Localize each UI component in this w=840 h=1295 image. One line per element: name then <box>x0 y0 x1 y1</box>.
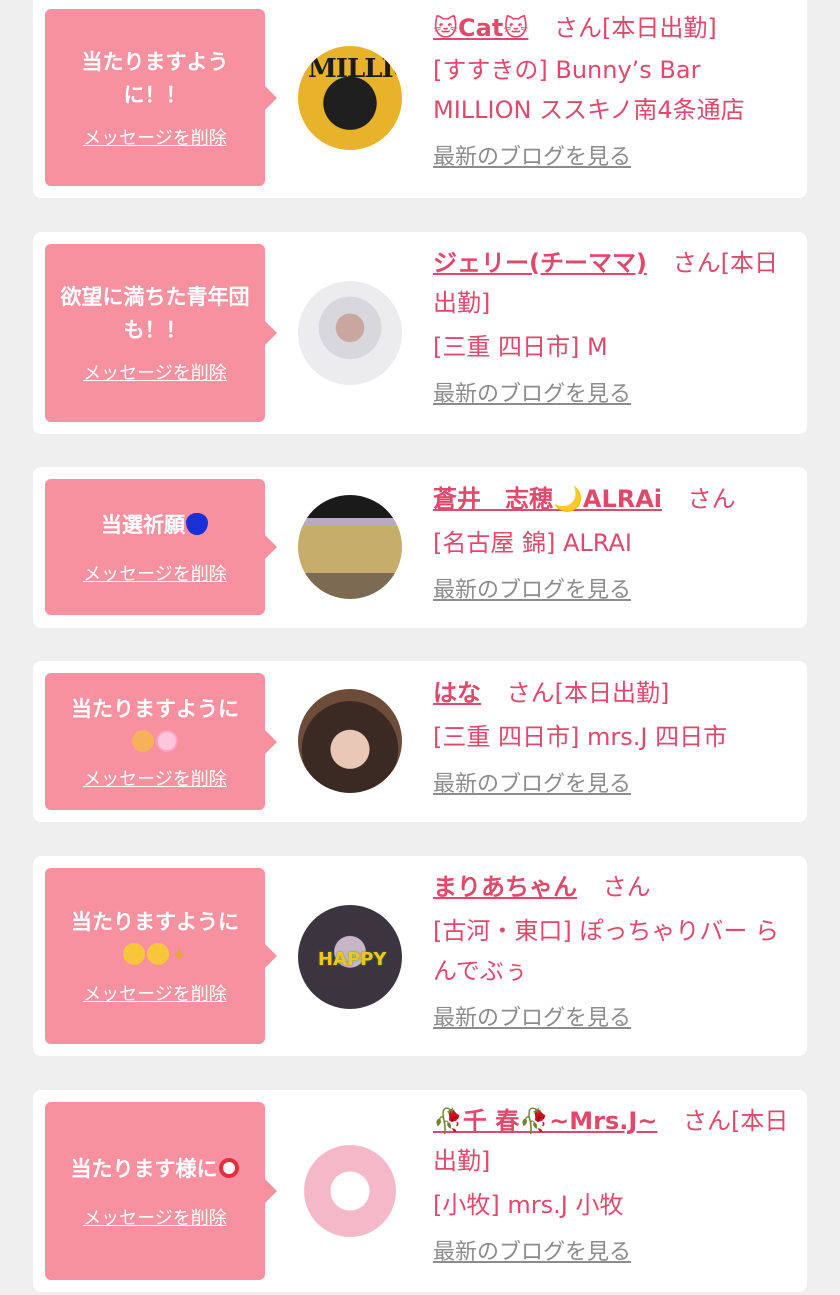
latest-blog-link[interactable]: 最新のブログを見る <box>433 142 631 174</box>
cast-name-link[interactable]: ジェリー(チーママ) <box>433 249 647 277</box>
name-line: 🐱Cat🐱 さん[本日出勤] <box>433 8 793 48</box>
latest-blog-link[interactable]: 最新のブログを見る <box>433 575 631 607</box>
delete-message-link[interactable]: メッセージを削除 <box>83 1204 227 1230</box>
message-bubble: 当たります様に メッセージを削除 <box>45 1102 277 1280</box>
cast-name-link[interactable]: 蒼井 志穂🌙ALRAi <box>433 485 662 513</box>
cast-avatar[interactable] <box>298 281 402 385</box>
cast-suffix: さん[本日出勤] <box>506 679 670 707</box>
cast-card: 欲望に満ちた青年団も！！ メッセージを削除 ジェリー(チーママ) さん[本日出勤… <box>33 232 807 434</box>
cast-avatar[interactable] <box>298 1139 402 1243</box>
cast-card: 当たりますように！！ メッセージを削除 MILLION 🐱Cat🐱 さん[本日出… <box>33 0 807 198</box>
cast-suffix: さん <box>687 485 736 513</box>
latest-blog-link[interactable]: 最新のブログを見る <box>433 769 631 801</box>
message-text: 当たりますように ✦ <box>71 906 239 973</box>
message-text: 欲望に満ちた青年団も！！ <box>60 285 250 342</box>
message-text: 当たりますように <box>71 693 239 759</box>
cast-name-link[interactable]: 🥀千 春🥀~Mrs.J~ <box>433 1107 657 1135</box>
cast-name-link[interactable]: はな <box>433 679 481 707</box>
cast-avatar[interactable]: HAPPY <box>298 905 402 1009</box>
sparkles-icon: ✦ <box>170 943 188 968</box>
target-icon <box>218 1157 239 1178</box>
latest-blog-link[interactable]: 最新のブログを見る <box>433 1003 631 1035</box>
message-bubble: 当選祈願 メッセージを削除 <box>45 479 277 615</box>
delete-message-link[interactable]: メッセージを削除 <box>83 124 227 150</box>
latest-blog-link[interactable]: 最新のブログを見る <box>433 1237 631 1269</box>
smiling-face-with-hearts-icon <box>122 942 145 965</box>
name-line: まりあちゃん さん <box>433 867 793 907</box>
cast-info: 蒼井 志穂🌙ALRAi さん [名古屋 錦] ALRAI 最新のブログを見る <box>433 479 793 607</box>
message-bubble: 当たりますように！！ メッセージを削除 <box>45 9 277 186</box>
pink-heart-icon <box>156 729 178 752</box>
message-bubble: 欲望に満ちた青年団も！！ メッセージを削除 <box>45 244 277 422</box>
cast-suffix: さん[本日出勤] <box>553 14 717 42</box>
shop-info: [古河・東口] ぽっちゃりバー らんでぶぅ <box>433 917 779 985</box>
pray-icon <box>132 729 154 752</box>
cast-info: はな さん[本日出勤] [三重 四日市] mrs.J 四日市 最新のブログを見る <box>433 673 793 801</box>
avatar-text: HAPPY <box>318 949 387 970</box>
shop-info: [小牧] mrs.J 小牧 <box>433 1191 624 1219</box>
star-struck-icon <box>146 942 169 965</box>
shop-info: [三重 四日市] M <box>433 333 608 361</box>
shop-info: [名古屋 錦] ALRAI <box>433 529 632 557</box>
cast-info: まりあちゃん さん [古河・東口] ぽっちゃりバー らんでぶぅ 最新のブログを見… <box>433 867 793 1035</box>
name-line: 🥀千 春🥀~Mrs.J~ さん[本日出勤] <box>433 1101 793 1181</box>
delete-message-link[interactable]: メッセージを削除 <box>83 765 227 791</box>
cast-info: 🐱Cat🐱 さん[本日出勤] [すすきの] Bunny’s Bar MILLIO… <box>433 8 793 174</box>
cast-card: 当選祈願 メッセージを削除 蒼井 志穂🌙ALRAi さん [名古屋 錦] ALR… <box>33 467 807 628</box>
cast-card: 当たりますように ✦ メッセージを削除 HAPPY まりあちゃん さん [古河・… <box>33 856 807 1056</box>
latest-blog-link[interactable]: 最新のブログを見る <box>433 379 631 411</box>
name-line: はな さん[本日出勤] <box>433 673 793 713</box>
message-text: 当たりますように！！ <box>81 49 229 107</box>
cast-name-link[interactable]: 🐱Cat🐱 <box>433 14 528 42</box>
cast-info: 🥀千 春🥀~Mrs.J~ さん[本日出勤] [小牧] mrs.J 小牧 最新のブ… <box>433 1101 793 1269</box>
blue-heart-icon <box>186 512 208 535</box>
delete-message-link[interactable]: メッセージを削除 <box>83 359 227 385</box>
cast-suffix: さん <box>602 873 651 901</box>
cast-avatar[interactable] <box>298 495 402 599</box>
favorite-message-list: 当たりますように！！ メッセージを削除 MILLION 🐱Cat🐱 さん[本日出… <box>0 0 840 1295</box>
cast-info: ジェリー(チーママ) さん[本日出勤] [三重 四日市] M 最新のブログを見る <box>433 243 793 411</box>
cast-name-link[interactable]: まりあちゃん <box>433 873 577 901</box>
message-text: 当たります様に <box>71 1153 240 1186</box>
cast-card: 当たります様に メッセージを削除 🥀千 春🥀~Mrs.J~ さん[本日出勤] [… <box>33 1090 807 1292</box>
message-text: 当選祈願 <box>101 509 209 542</box>
shop-info: [三重 四日市] mrs.J 四日市 <box>433 723 728 751</box>
delete-message-link[interactable]: メッセージを削除 <box>83 560 227 586</box>
cast-avatar[interactable]: MILLION <box>298 46 402 150</box>
cast-card: 当たりますように メッセージを削除 はな さん[本日出勤] [三重 四日市] m… <box>33 661 807 822</box>
name-line: ジェリー(チーママ) さん[本日出勤] <box>433 243 793 323</box>
message-bubble: 当たりますように ✦ メッセージを削除 <box>45 868 277 1044</box>
avatar-text: MILLION <box>308 54 402 84</box>
message-bubble: 当たりますように メッセージを削除 <box>45 673 277 810</box>
name-line: 蒼井 志穂🌙ALRAi さん <box>433 479 793 519</box>
cast-avatar[interactable] <box>298 689 402 793</box>
delete-message-link[interactable]: メッセージを削除 <box>83 980 227 1006</box>
shop-info: [すすきの] Bunny’s Bar MILLION ススキノ南4条通店 <box>433 56 745 124</box>
